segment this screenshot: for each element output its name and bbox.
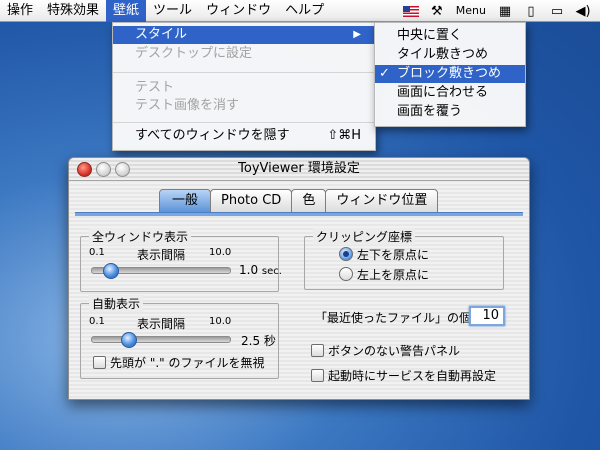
menu-item-set-desktop[interactable]: デスクトップに設定 (113, 45, 375, 63)
ignore-dotfiles-checkbox[interactable] (93, 356, 106, 369)
clipping-coordinates-group: クリッピング座標 左下を原点に 左上を原点に (304, 228, 504, 290)
menu-extras: ⚒ Menu ▦ ▯ ▭ ◀) (398, 0, 596, 22)
menu-item-center[interactable]: 中央に置く (375, 27, 525, 45)
style-submenu: 中央に置く タイル敷きつめ ✓ ブロック敷きつめ 画面に合わせる 画面を覆う (374, 22, 526, 127)
document-icon[interactable]: ▯ (518, 0, 544, 22)
recent-files-count-field[interactable]: 10 (469, 306, 505, 326)
menu-tools[interactable]: ツール (146, 0, 199, 22)
alert-panel-checkbox[interactable] (311, 344, 324, 357)
volume-icon[interactable]: ◀) (570, 0, 596, 22)
radio-bottom-left-label: 左下を原点に (357, 248, 430, 262)
shortcut-label: ⇧⌘H (327, 128, 361, 143)
script-icon[interactable]: ▦ (492, 0, 518, 22)
menu-help[interactable]: ヘルプ (278, 0, 331, 22)
slider-max-label: 10.0 (209, 247, 232, 258)
auto-interval-unit: 秒 (263, 334, 276, 348)
recent-files-label: 「最近使ったファイル」の個数 (315, 311, 484, 325)
ignore-dotfiles-label: 先頭が "." のファイルを無視 (110, 356, 265, 370)
tab-window-position[interactable]: ウィンドウ位置 (325, 189, 439, 213)
group-title: 全ウィンドウ表示 (89, 228, 192, 245)
group-title: クリッピング座標 (313, 228, 416, 245)
auto-interval-slider-knob[interactable] (120, 332, 137, 348)
close-button[interactable] (77, 162, 92, 177)
auto-service-label: 起動時にサービスを自動再設定 (328, 369, 497, 383)
submenu-arrow-icon: ▶ (353, 29, 361, 40)
tab-divider (75, 212, 523, 216)
menu-item-tile[interactable]: タイル敷きつめ (375, 46, 525, 64)
zoom-button[interactable] (115, 162, 130, 177)
auto-service-checkbox[interactable] (311, 369, 324, 382)
all-window-display-group: 全ウィンドウ表示 0.1 表示間隔 10.0 1.0 sec. (80, 228, 282, 292)
menu-item-block-tile-label: ブロック敷きつめ (397, 66, 502, 81)
auto-interval-value: 2.5 秒 (241, 332, 276, 349)
auto-display-group: 自動表示 0.1 表示間隔 10.0 2.5 秒 先頭が "." のファイルを無… (80, 295, 279, 379)
menu-item-style[interactable]: スタイル ▶ (113, 26, 375, 44)
menu-item-block-tile[interactable]: ✓ ブロック敷きつめ (375, 65, 525, 83)
slider-label: 表示間隔 (137, 248, 186, 262)
tab-photo-cd[interactable]: Photo CD (210, 189, 293, 213)
slider-label: 表示間隔 (137, 317, 186, 331)
auto-interval-value-number: 2.5 (241, 334, 261, 348)
interval-value: 1.0 sec. (239, 263, 282, 277)
menu-item-clear-test-image[interactable]: テスト画像を消す (113, 97, 375, 115)
checkmark-icon: ✓ (379, 66, 390, 81)
menu-wallpaper[interactable]: 壁紙 (106, 0, 147, 22)
menu-item-style-label: スタイル (135, 27, 188, 42)
menu-separator (113, 72, 375, 73)
alert-panel-label: ボタンのない警告パネル (328, 344, 461, 358)
radio-bottom-left-origin[interactable] (339, 247, 353, 261)
menu-item-fit-screen[interactable]: 画面に合わせる (375, 84, 525, 102)
tab-bar: 一般 Photo CD 色 ウィンドウ位置 (159, 189, 439, 213)
tab-color[interactable]: 色 (291, 189, 327, 213)
interval-slider-knob[interactable] (103, 263, 120, 279)
menu-separator (113, 122, 375, 123)
auto-interval-slider-track[interactable] (91, 336, 231, 343)
us-flag-icon[interactable] (398, 0, 424, 22)
group-title: 自動表示 (89, 295, 144, 312)
window-title-bar[interactable]: ToyViewer 環境設定 (69, 158, 529, 181)
interval-unit: sec. (261, 266, 282, 277)
tab-general[interactable]: 一般 (159, 189, 212, 213)
menu-operation[interactable]: 操作 (0, 0, 40, 22)
window-title: ToyViewer 環境設定 (238, 161, 360, 176)
radio-top-left-label: 左上を原点に (357, 268, 430, 282)
menu-bar: 操作 特殊効果 壁紙 ツール ウィンドウ ヘルプ ⚒ Menu ▦ ▯ ▭ ◀) (0, 0, 600, 22)
menu-item-hide-all-windows[interactable]: すべてのウィンドウを隠す ⇧⌘H (113, 127, 375, 145)
preferences-window: ToyViewer 環境設定 一般 Photo CD 色 ウィンドウ位置 全ウィ… (68, 157, 530, 400)
menu-item-hide-all-windows-label: すべてのウィンドウを隠す (135, 128, 290, 143)
tools-icon[interactable]: ⚒ (424, 0, 450, 22)
interval-value-number: 1.0 (239, 263, 259, 277)
minimize-button[interactable] (96, 162, 111, 177)
menu-special-effects[interactable]: 特殊効果 (40, 0, 106, 22)
menu-window[interactable]: ウィンドウ (199, 0, 278, 22)
slider-max-label: 10.0 (209, 316, 232, 327)
radio-top-left-origin[interactable] (339, 267, 353, 281)
menu-item-test[interactable]: テスト (113, 79, 375, 97)
menu-extra-label[interactable]: Menu (450, 0, 492, 22)
wallpaper-menu: スタイル ▶ デスクトップに設定 テスト テスト画像を消す すべてのウィンドウを… (112, 22, 376, 151)
menu-item-fill-screen[interactable]: 画面を覆う (375, 103, 525, 121)
slider-min-label: 0.1 (89, 316, 105, 327)
slider-min-label: 0.1 (89, 247, 105, 258)
display-icon[interactable]: ▭ (544, 0, 570, 22)
